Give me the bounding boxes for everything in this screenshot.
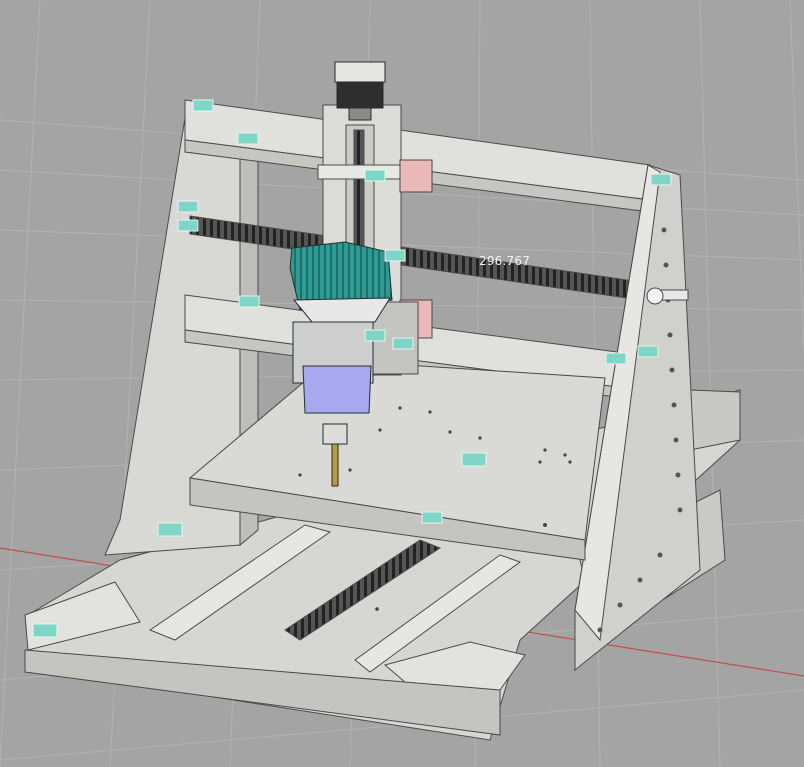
constraint-marker-icon	[364, 169, 386, 182]
constraint-marker-icon	[157, 522, 183, 537]
constraint-marker-icon	[392, 337, 414, 350]
cad-3d-viewport[interactable]: 296.767	[0, 0, 804, 767]
constraint-marker-icon	[238, 295, 260, 308]
constraint-marker-icon	[461, 452, 487, 467]
constraint-marker-icon	[192, 99, 214, 112]
constraint-marker-icon	[421, 511, 443, 524]
cnc-router-model[interactable]	[0, 0, 804, 767]
constraint-marker-icon	[177, 219, 199, 232]
constraint-marker-icon	[32, 623, 58, 638]
constraint-marker-icon	[364, 329, 386, 342]
constraint-marker-icon	[384, 249, 406, 262]
constraint-marker-icon	[637, 345, 659, 358]
constraint-marker-icon	[177, 200, 199, 213]
constraint-marker-icon	[650, 173, 672, 186]
constraint-marker-icon	[237, 132, 259, 145]
constraint-marker-icon	[605, 352, 627, 365]
